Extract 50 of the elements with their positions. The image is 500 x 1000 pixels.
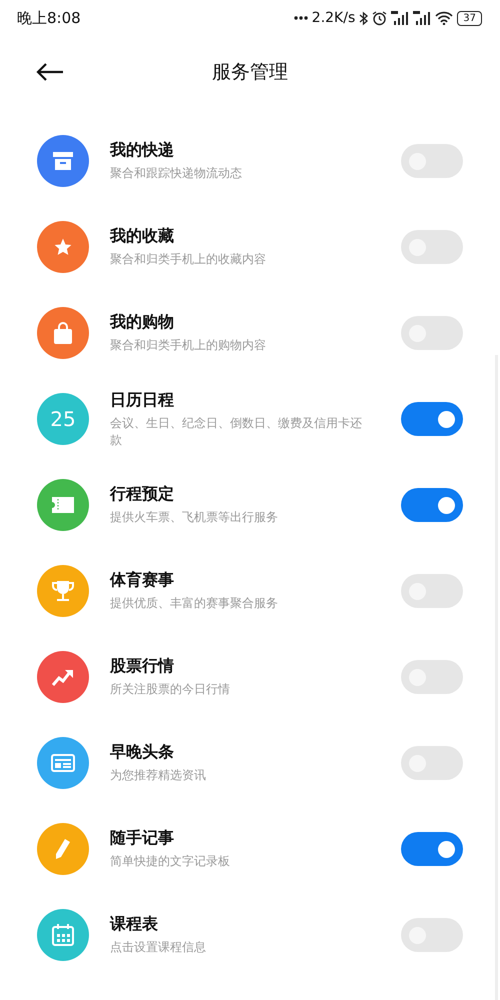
calendar-date: 25 (50, 407, 76, 431)
signal-icon (413, 11, 432, 25)
service-description: 所关注股票的今日行情 (110, 681, 231, 698)
service-toggle[interactable] (401, 918, 463, 952)
service-toggle[interactable] (401, 230, 463, 264)
network-speed: 2.2K/s (312, 10, 356, 26)
service-toggle[interactable] (401, 402, 463, 436)
trend-up-icon (52, 667, 74, 687)
service-toggle[interactable] (401, 488, 463, 522)
alarm-clock-icon (372, 10, 388, 26)
service-description: 会议、生日、纪念日、倒数日、缴费及信用卡还款 (110, 414, 363, 448)
trophy-icon (52, 580, 74, 602)
service-title: 股票行情 (110, 656, 175, 677)
pencil-icon (55, 838, 71, 860)
more-dots-icon (294, 16, 308, 20)
service-toggle[interactable] (401, 660, 463, 694)
page-title: 服务管理 (212, 60, 288, 85)
service-description: 聚合和跟踪快递物流动态 (110, 165, 243, 182)
service-title: 我的购物 (110, 312, 175, 333)
service-description: 为您推荐精选资讯 (110, 767, 207, 784)
signal-icon (391, 11, 410, 25)
service-title: 日历日程 (110, 390, 175, 410)
shopping-bag-icon (53, 322, 73, 344)
service-toggle[interactable] (401, 746, 463, 780)
status-time: 晚上8:08 (17, 8, 81, 28)
service-description: 聚合和归类手机上的购物内容 (110, 337, 267, 354)
service-description: 聚合和归类手机上的收藏内容 (110, 251, 267, 268)
service-description: 简单快捷的文字记录板 (110, 853, 231, 870)
archive-box-icon (53, 152, 73, 170)
service-toggle[interactable] (401, 832, 463, 866)
service-description: 提供火车票、飞机票等出行服务 (110, 509, 279, 526)
service-description: 点击设置课程信息 (110, 939, 207, 956)
calendar-icon (52, 924, 74, 946)
service-title: 体育赛事 (110, 570, 175, 591)
bluetooth-icon (359, 10, 368, 26)
service-toggle[interactable] (401, 316, 463, 350)
service-title: 随手记事 (110, 828, 175, 849)
battery-level: 37 (457, 10, 482, 26)
service-title: 我的快递 (110, 140, 175, 161)
service-title: 行程预定 (110, 484, 175, 505)
wifi-icon (435, 11, 454, 25)
service-title: 课程表 (110, 914, 159, 935)
service-toggle[interactable] (401, 144, 463, 178)
service-toggle[interactable] (401, 574, 463, 608)
service-description: 提供优质、丰富的赛事聚合服务 (110, 595, 279, 612)
service-title: 我的收藏 (110, 226, 175, 247)
star-icon (53, 237, 73, 257)
service-title: 早晚头条 (110, 742, 175, 763)
news-card-icon (51, 754, 75, 772)
ticket-icon (52, 497, 74, 513)
